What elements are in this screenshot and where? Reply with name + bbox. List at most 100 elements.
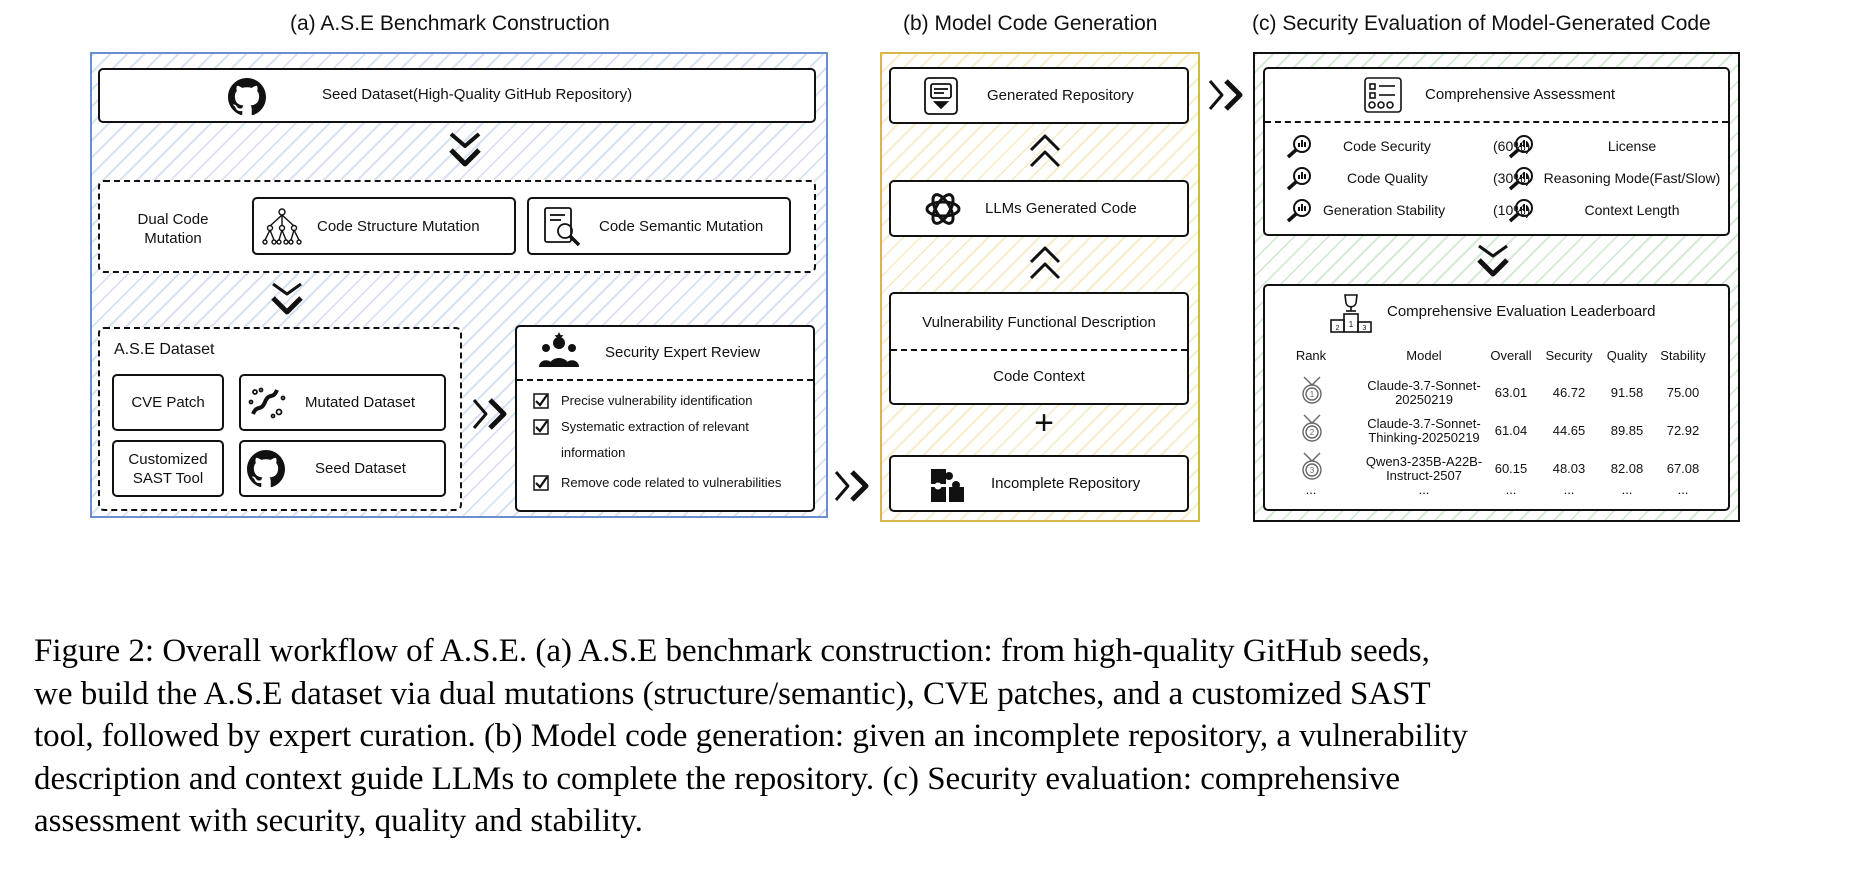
bacteria-icon <box>248 387 286 419</box>
llm-code-label: LLMs Generated Code <box>985 200 1137 217</box>
double-chevron-right-icon <box>834 470 869 502</box>
expert-review-box: Security Expert Review Precise vulnerabi… <box>515 325 815 512</box>
cve-patch-box: CVE Patch <box>112 374 224 431</box>
double-chevron-right-icon <box>1208 79 1243 111</box>
double-chevron-down-icon <box>449 132 481 167</box>
checkbox-icon <box>533 393 549 409</box>
panel-b-title: (b) Model Code Generation <box>903 12 1158 35</box>
context-divider <box>891 349 1187 351</box>
structure-mutation-box: Code Structure Mutation <box>252 197 516 255</box>
svg-text:2: 2 <box>1336 325 1340 332</box>
vuln-desc-label: Vulnerability Functional Description <box>922 314 1156 331</box>
double-chevron-right-icon <box>472 398 507 430</box>
magnifier-chart-icon <box>1286 199 1311 223</box>
sast-tool-label: Customized SAST Tool <box>128 451 208 487</box>
caption-line-2: we build the A.S.E dataset via dual muta… <box>34 675 1431 712</box>
dual-code-label: Dual Code Mutation <box>137 211 209 247</box>
metric-quality: Code Quality <box>1347 170 1428 186</box>
magnifier-chart-icon <box>1508 199 1533 223</box>
panel-c-title: (c) Security Evaluation of Model-Generat… <box>1252 12 1711 35</box>
review-item-2-cont: information <box>561 445 626 460</box>
row2-overall: 61.04 <box>1494 423 1528 438</box>
panel-a-title: (a) A.S.E Benchmark Construction <box>290 12 610 35</box>
openai-icon <box>925 193 961 225</box>
ellipsis-stability: ... <box>1677 482 1689 497</box>
leaderboard-title: Comprehensive Evaluation Leaderboard <box>1387 303 1656 320</box>
incomplete-repo-label: Incomplete Repository <box>991 475 1141 492</box>
metric-stability: Generation Stability <box>1323 202 1446 218</box>
experts-icon <box>539 332 579 367</box>
magnifier-chart-icon <box>1508 135 1533 159</box>
medal-icon: 2 <box>1302 414 1322 442</box>
row2-quality: 89.85 <box>1610 423 1644 438</box>
mutated-dataset-label: Mutated Dataset <box>305 394 416 411</box>
semantic-mutation-label: Code Semantic Mutation <box>599 218 764 235</box>
row3-model: Qwen3-235B-A22B- Instruct-2507 <box>1365 454 1483 483</box>
semantic-mutation-box: Code Semantic Mutation <box>527 197 791 255</box>
assessment-box: Comprehensive Assessment Code Security (… <box>1263 67 1730 236</box>
ellipsis-overall: ... <box>1505 482 1517 497</box>
medal-rank-1: 1 <box>1310 390 1315 399</box>
caption-line-5: assessment with security, quality and st… <box>34 803 643 839</box>
magnifier-chart-icon <box>1286 135 1311 159</box>
generated-repo-box: Generated Repository <box>889 67 1189 124</box>
checklist-icon <box>1364 77 1402 113</box>
seed-dataset-small-label: Seed Dataset <box>315 460 406 477</box>
metric-security: Code Security <box>1343 138 1431 154</box>
expert-review-title: Security Expert Review <box>605 344 761 361</box>
review-divider <box>517 379 813 381</box>
row1-quality: 91.58 <box>1610 385 1644 400</box>
leaderboard-box: 1 2 3 Comprehensive Evaluation Leaderboard… <box>1263 284 1730 511</box>
ase-dataset-title: A.S.E Dataset <box>114 341 215 358</box>
review-item-3: Remove code related to vulnerabilities <box>561 475 782 490</box>
col-quality: Quality <box>1606 348 1648 363</box>
figure-caption: Figure 2: Overall workflow of A.S.E. (a)… <box>34 630 1834 843</box>
row3-overall: 60.15 <box>1494 461 1528 476</box>
puzzle-icon <box>931 469 964 502</box>
factor-reasoning-mode: Reasoning Mode(Fast/Slow) <box>1543 170 1721 186</box>
review-item-1: Precise vulnerability identification <box>561 393 753 408</box>
factor-context-length: Context Length <box>1584 202 1680 218</box>
double-chevron-down-icon <box>1477 244 1509 277</box>
checkbox-icon <box>533 419 549 435</box>
assessment-divider <box>1265 121 1728 123</box>
row1-overall: 63.01 <box>1494 385 1528 400</box>
caption-line-1: Figure 2: Overall workflow of A.S.E. (a)… <box>34 633 1430 669</box>
seed-dataset-label: Seed Dataset(High-Quality GitHub Reposit… <box>322 86 633 103</box>
row3-security: 48.03 <box>1552 461 1586 476</box>
caption-line-4: description and context guide LLMs to co… <box>34 760 1401 797</box>
row3-quality: 82.08 <box>1610 461 1644 476</box>
col-model: Model <box>1406 348 1442 363</box>
cve-patch-label: CVE Patch <box>131 394 205 411</box>
seed-dataset-small-box: Seed Dataset <box>239 440 446 497</box>
network-tree-icon <box>262 208 302 245</box>
plus-sign: + <box>1034 404 1054 442</box>
col-stability: Stability <box>1660 348 1706 363</box>
svg-text:3: 3 <box>1363 325 1367 332</box>
magnifier-chart-icon <box>1286 167 1311 191</box>
col-overall: Overall <box>1490 348 1532 363</box>
podium-icon: 1 2 3 <box>1330 294 1372 333</box>
incomplete-repo-box: Incomplete Repository <box>889 455 1189 512</box>
github-icon <box>247 450 285 488</box>
svg-text:1: 1 <box>1349 320 1354 329</box>
row2-model: Claude-3.7-Sonnet- Thinking-20250219 <box>1367 416 1481 445</box>
review-item-2: Systematic extraction of relevant <box>561 419 749 434</box>
generated-repo-label: Generated Repository <box>987 87 1134 104</box>
factor-license: License <box>1607 138 1657 154</box>
sast-tool-box: Customized SAST Tool <box>112 440 224 497</box>
ellipsis-security: ... <box>1563 482 1575 497</box>
row1-stability: 75.00 <box>1666 385 1700 400</box>
checkbox-icon <box>533 475 549 491</box>
ellipsis-quality: ... <box>1621 482 1633 497</box>
code-context-label: Code Context <box>993 368 1085 385</box>
context-box: Vulnerability Functional Description Cod… <box>889 292 1189 405</box>
double-chevron-down-icon <box>271 282 303 315</box>
llm-code-box: LLMs Generated Code <box>889 180 1189 237</box>
medal-icon: 3 <box>1302 452 1322 480</box>
github-icon <box>228 78 266 116</box>
document-search-icon <box>544 207 581 247</box>
seed-dataset-box: Seed Dataset(High-Quality GitHub Reposit… <box>98 68 816 123</box>
magnifier-chart-icon <box>1508 167 1533 191</box>
col-security: Security <box>1545 348 1593 363</box>
